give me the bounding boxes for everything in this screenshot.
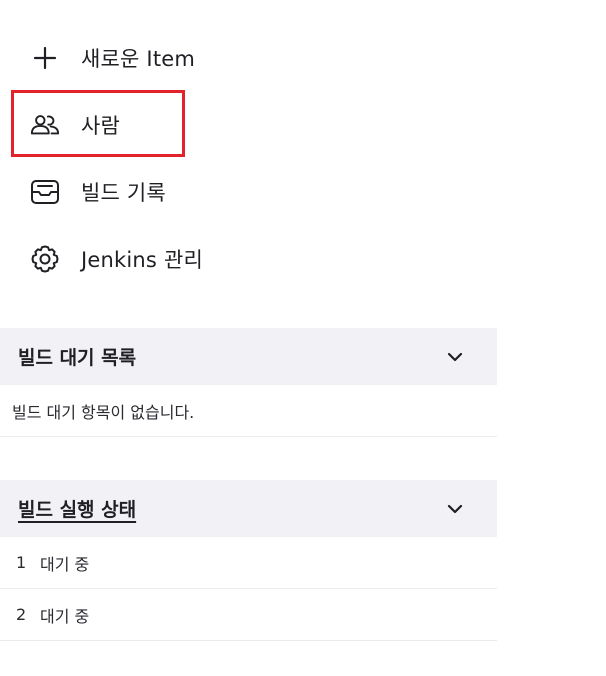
nav-item-people[interactable]: 사람 (0, 91, 497, 158)
gear-icon (30, 244, 60, 274)
build-queue-empty-row: 빌드 대기 항목이 없습니다. (0, 385, 497, 437)
nav-item-build-history[interactable]: 빌드 기록 (0, 158, 497, 225)
nav-item-label: 사람 (81, 113, 121, 138)
nav-item-manage-jenkins[interactable]: Jenkins 관리 (0, 225, 497, 292)
inbox-icon (30, 177, 60, 207)
build-queue-pane: 빌드 대기 목록 빌드 대기 항목이 없습니다. (0, 328, 497, 437)
build-queue-empty-text: 빌드 대기 항목이 없습니다. (12, 402, 195, 422)
build-queue-title: 빌드 대기 목록 (18, 347, 137, 369)
chevron-down-icon[interactable] (444, 498, 466, 520)
executors-title-link[interactable]: 빌드 실행 상태 (18, 495, 136, 522)
executor-row: 2 대기 중 (0, 589, 497, 641)
chevron-down-icon[interactable] (444, 346, 466, 368)
nav-item-new-item[interactable]: 새로운 Item (0, 24, 497, 91)
executors-pane: 빌드 실행 상태 1 대기 중 2 대기 중 (0, 480, 497, 641)
executors-header[interactable]: 빌드 실행 상태 (0, 480, 497, 537)
nav-item-label: Jenkins 관리 (81, 247, 203, 272)
build-queue-header[interactable]: 빌드 대기 목록 (0, 328, 497, 385)
executor-number: 2 (16, 605, 27, 624)
nav-item-label: 빌드 기록 (81, 180, 166, 205)
plus-icon (30, 43, 60, 73)
executor-status: 대기 중 (40, 606, 90, 626)
people-icon (30, 110, 60, 140)
nav-item-label: 새로운 Item (81, 46, 196, 71)
executor-row: 1 대기 중 (0, 537, 497, 589)
executor-number: 1 (16, 553, 27, 572)
side-navigation: 새로운 Item 사람 빌드 기록 Jenkins 관리 (0, 24, 497, 292)
executor-status: 대기 중 (40, 554, 90, 574)
